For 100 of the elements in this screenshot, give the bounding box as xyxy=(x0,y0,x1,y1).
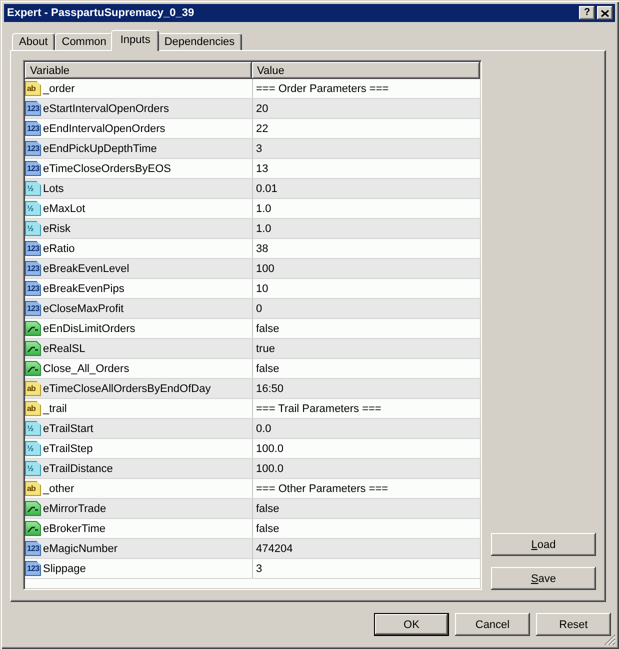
table-row[interactable]: 123 eBreakEvenPips 10 xyxy=(25,279,480,299)
switch-icon xyxy=(25,341,41,356)
value-cell[interactable]: false xyxy=(252,499,480,518)
variable-name: eStartIntervalOpenOrders xyxy=(43,102,169,114)
close-button[interactable] xyxy=(597,6,613,20)
table-row[interactable]: 123 eEndPickUpDepthTime 3 xyxy=(25,139,480,159)
switch-icon xyxy=(25,501,41,516)
variable-name: eBreakEvenPips xyxy=(43,282,124,294)
type-badge: ab xyxy=(25,401,41,416)
switch-icon xyxy=(25,361,41,376)
value-cell[interactable]: false xyxy=(252,319,480,338)
value-cell[interactable]: 20 xyxy=(252,99,480,118)
value-cell[interactable]: 38 xyxy=(252,239,480,258)
type-badge: 123 xyxy=(25,141,41,156)
tab[interactable]: Common xyxy=(54,33,114,50)
variable-name: Lots xyxy=(43,182,64,194)
switch-icon xyxy=(25,321,41,336)
table-row[interactable]: 123 eTimeCloseOrdersByEOS 13 xyxy=(25,159,480,179)
table-row[interactable]: 123 eStartIntervalOpenOrders 20 xyxy=(25,99,480,119)
column-header[interactable]: Value xyxy=(252,62,480,79)
variable-name: eMaxLot xyxy=(43,202,86,214)
value-cell[interactable]: 1.0 xyxy=(252,199,480,218)
table-row[interactable]: ½ eTrailStep 100.0 xyxy=(25,439,480,459)
variable-name: eEndPickUpDepthTime xyxy=(43,142,157,154)
value-cell[interactable]: 22 xyxy=(252,119,480,138)
type-badge: 123 xyxy=(25,281,41,296)
variable-name: eEndIntervalOpenOrders xyxy=(43,122,166,134)
type-badge: 123 xyxy=(25,561,41,576)
value-cell[interactable]: === Order Parameters === xyxy=(252,79,480,98)
tab[interactable]: About xyxy=(12,33,55,50)
value-cell[interactable]: false xyxy=(252,359,480,378)
variable-name: eMagicNumber xyxy=(43,542,118,554)
value-cell[interactable]: 0 xyxy=(252,299,480,318)
side-button[interactable]: Save xyxy=(491,567,596,590)
value-cell[interactable]: 16:50 xyxy=(252,379,480,398)
value-cell[interactable]: true xyxy=(252,339,480,358)
value-cell[interactable]: 3 xyxy=(252,139,480,158)
variable-name: eTrailDistance xyxy=(43,462,113,474)
variable-name: eEnDisLimitOrders xyxy=(43,322,136,334)
table-row[interactable]: Close_All_Orders false xyxy=(25,359,480,379)
value-cell[interactable]: 474204 xyxy=(252,539,480,558)
table-row[interactable]: eBrokerTime false xyxy=(25,519,480,539)
type-badge: ½ xyxy=(25,221,41,236)
variable-name: eRatio xyxy=(43,242,75,254)
type-badge: ½ xyxy=(25,181,41,196)
table-row[interactable]: 123 eCloseMaxProfit 0 xyxy=(25,299,480,319)
value-cell[interactable]: false xyxy=(252,519,480,538)
table-row[interactable]: ½ eTrailDistance 100.0 xyxy=(25,459,480,479)
close-icon xyxy=(601,10,609,16)
help-button[interactable]: ? xyxy=(579,6,595,20)
dialog-button[interactable]: Cancel xyxy=(455,613,530,636)
value-cell[interactable]: 0.0 xyxy=(252,419,480,438)
type-badge: ½ xyxy=(25,201,41,216)
table-row[interactable]: eEnDisLimitOrders false xyxy=(25,319,480,339)
value-cell[interactable]: 100.0 xyxy=(252,439,480,458)
type-badge: 123 xyxy=(25,101,41,116)
column-header[interactable]: Variable xyxy=(25,62,252,79)
table-row[interactable]: ab _order === Order Parameters === xyxy=(25,79,480,99)
table-row[interactable]: 123 eEndIntervalOpenOrders 22 xyxy=(25,119,480,139)
table-row[interactable]: ½ eRisk 1.0 xyxy=(25,219,480,239)
table-row[interactable]: 123 eMagicNumber 474204 xyxy=(25,539,480,559)
table-row[interactable]: ½ Lots 0.01 xyxy=(25,179,480,199)
type-badge: 123 xyxy=(25,261,41,276)
table-row[interactable]: ab _other === Other Parameters === xyxy=(25,479,480,499)
tab[interactable]: Dependencies xyxy=(157,33,242,50)
dialog-button[interactable]: Reset xyxy=(536,613,611,636)
type-badge: ½ xyxy=(25,421,41,436)
table-row[interactable]: ab _trail === Trail Parameters === xyxy=(25,399,480,419)
variable-name: _other xyxy=(43,482,74,494)
variable-name: eBrokerTime xyxy=(43,522,106,534)
tab[interactable]: Inputs xyxy=(111,30,160,51)
side-button[interactable]: Load xyxy=(491,533,596,556)
type-badge: ab xyxy=(25,381,41,396)
table-row[interactable]: 123 Slippage 3 xyxy=(25,559,480,579)
value-cell[interactable]: 1.0 xyxy=(252,219,480,238)
variable-name: Close_All_Orders xyxy=(43,362,130,374)
variable-name: eTimeCloseAllOrdersByEndOfDay xyxy=(43,382,211,394)
type-badge: 123 xyxy=(25,241,41,256)
value-cell[interactable]: 13 xyxy=(252,159,480,178)
value-cell[interactable]: 100.0 xyxy=(252,459,480,478)
variable-name: eTrailStep xyxy=(43,442,93,454)
value-cell[interactable]: === Other Parameters === xyxy=(252,479,480,498)
dialog-button[interactable]: OK xyxy=(374,613,449,636)
table-row[interactable]: eMirrorTrade false xyxy=(25,499,480,519)
table-row[interactable]: ab eTimeCloseAllOrdersByEndOfDay 16:50 xyxy=(25,379,480,399)
table-row[interactable]: ½ eMaxLot 1.0 xyxy=(25,199,480,219)
value-cell[interactable]: 3 xyxy=(252,559,480,578)
table-row[interactable]: eRealSL true xyxy=(25,339,480,359)
value-cell[interactable]: 0.01 xyxy=(252,179,480,198)
table-row[interactable]: 123 eBreakEvenLevel 100 xyxy=(25,259,480,279)
table-row[interactable]: 123 eRatio 38 xyxy=(25,239,480,259)
value-cell[interactable]: 100 xyxy=(252,259,480,278)
variable-name: eCloseMaxProfit xyxy=(43,302,124,314)
table-row[interactable]: ½ eTrailStart 0.0 xyxy=(25,419,480,439)
value-cell[interactable]: === Trail Parameters === xyxy=(252,399,480,418)
value-cell[interactable]: 10 xyxy=(252,279,480,298)
window-title: Expert - PasspartuSupremacy_0_39 xyxy=(6,7,196,19)
variable-name: Slippage xyxy=(43,562,86,574)
type-badge: ab xyxy=(25,81,41,96)
resize-grip-icon[interactable] xyxy=(604,634,616,646)
